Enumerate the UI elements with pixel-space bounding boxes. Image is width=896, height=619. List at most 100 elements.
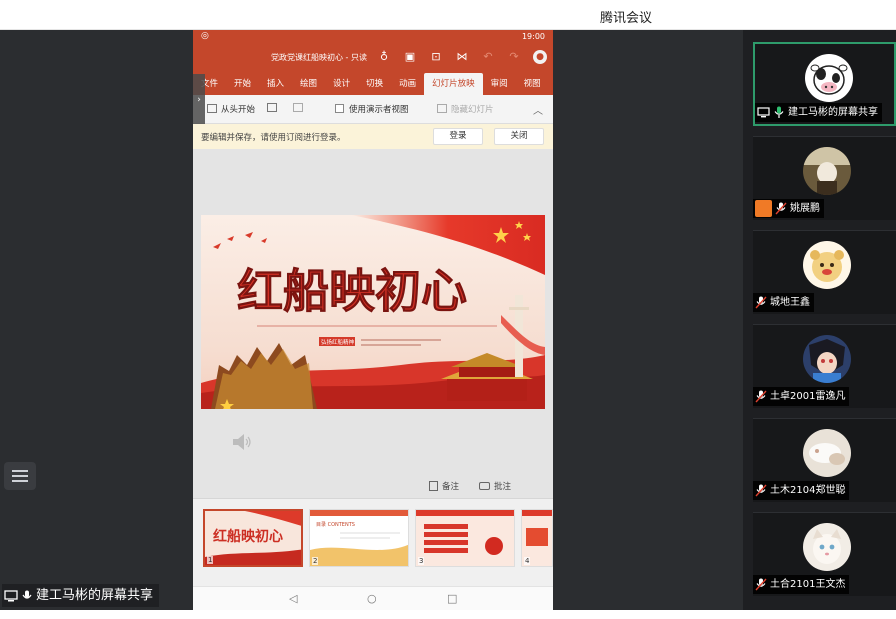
svg-text:目录 CONTENTS: 目录 CONTENTS — [316, 521, 355, 528]
avatar — [803, 523, 851, 571]
thumbnail-slide-4[interactable]: 4 — [521, 509, 553, 567]
lightbulb-icon[interactable]: ♁ — [377, 50, 391, 64]
participant-label: 土卓2001雷逸凡 — [753, 387, 850, 406]
save-icon[interactable]: ▣ — [403, 50, 417, 64]
document-title: 党政党课红船映初心 - 只读 — [271, 53, 367, 62]
header-toolbar: ♁ ▣ ⊡ ⋈ ↶ ↷ ● — [377, 50, 547, 64]
thumbnail-slide-2[interactable]: 目录 CONTENTS 2 — [309, 509, 409, 567]
notice-message: 要编辑并保存，请使用订阅进行登录。 — [201, 133, 346, 143]
share-icon[interactable]: ⋈ — [455, 50, 469, 64]
redo-icon[interactable]: ↷ — [507, 50, 521, 64]
list-menu-button[interactable] — [4, 462, 36, 490]
present-icon[interactable]: ⊡ — [429, 50, 443, 64]
present-monitor-icon[interactable] — [267, 103, 281, 114]
hotspot-icon: ◎ — [201, 31, 209, 41]
tencent-meeting-window: 腾讯会议 ◎ 19:00 党政党课红船映初心 - 只读 ♁ ▣ ⊡ ⋈ ↶ ↷ … — [0, 0, 896, 619]
participant-name: 土合2101王文杰 — [770, 579, 846, 590]
thumbnail-slide-1[interactable]: 红船映初心 1 — [203, 509, 303, 567]
login-button[interactable]: 登录 — [433, 128, 483, 145]
from-start-button[interactable]: 从头开始 — [207, 103, 255, 115]
avatar — [803, 429, 851, 477]
tab-home[interactable]: 开始 — [226, 73, 259, 95]
participant-name: 建工马彬的屏幕共享 — [788, 107, 878, 118]
home-nav-icon[interactable]: ○ — [367, 592, 377, 605]
audio-speaker-icon[interactable] — [231, 433, 253, 451]
tab-slideshow[interactable]: 幻灯片放映 — [424, 73, 483, 95]
android-nav-bar: ◁ ○ □ — [193, 586, 553, 610]
avatar — [803, 335, 851, 383]
back-nav-icon[interactable]: ◁ — [289, 592, 297, 605]
svg-text:红船映初心: 红船映初心 — [237, 264, 467, 318]
slide-artwork: 红船映初心 弘扬红船精神 — [201, 215, 545, 409]
avatar — [805, 54, 853, 102]
participant-tile[interactable]: 城地王鑫 — [753, 230, 896, 314]
window-title: 腾讯会议 — [600, 11, 653, 26]
ppt-header: ◎ 19:00 党政党课红船映初心 - 只读 ♁ ▣ ⊡ ⋈ ↶ ↷ ● 文件 … — [193, 30, 553, 126]
collapse-ribbon-icon[interactable]: ︿ — [533, 102, 543, 117]
thumbnail-slide-3[interactable]: 3 — [415, 509, 515, 567]
tab-design[interactable]: 设计 — [325, 73, 358, 95]
slideshow-ribbon: 从头开始 使用演示者视图 隐藏幻灯片 ︿ — [193, 95, 553, 124]
thumbnail-number: 1 — [207, 556, 214, 564]
status-time: 19:00 — [521, 32, 545, 41]
participant-tile[interactable]: 土木2104郑世聪 — [753, 418, 896, 502]
thumbnail-number: 4 — [524, 557, 531, 565]
participant-name: 城地王鑫 — [770, 297, 810, 308]
presenter-view-checkbox[interactable]: 使用演示者视图 — [335, 103, 409, 115]
participant-name: 土卓2001雷逸凡 — [770, 391, 846, 402]
muted-microphone-icon — [775, 202, 787, 215]
avatar — [803, 147, 851, 195]
participant-panel: 建工马彬的屏幕共享 姚展鹏 城地王鑫 土卓2001雷逸凡 土木2104郑世聪 土… — [743, 30, 896, 610]
svg-text:红船映初心: 红船映初心 — [213, 528, 283, 545]
account-icon[interactable]: ● — [533, 50, 547, 64]
current-slide[interactable]: 红船映初心 弘扬红船精神 — [201, 215, 545, 409]
screen-share-icon — [4, 589, 18, 601]
shared-phone-screen: ◎ 19:00 党政党课红船映初心 - 只读 ♁ ▣ ⊡ ⋈ ↶ ↷ ● 文件 … — [193, 30, 553, 610]
title-bar: 腾讯会议 — [0, 0, 896, 30]
tab-draw[interactable]: 绘图 — [292, 73, 325, 95]
expand-panel-handle[interactable]: › — [193, 74, 205, 126]
thumbnail-number: 3 — [418, 557, 425, 565]
participant-tile[interactable]: 土卓2001雷逸凡 — [753, 324, 896, 408]
notes-icon — [429, 481, 438, 491]
monitor-icon[interactable] — [293, 103, 307, 114]
participant-tile[interactable]: 土合2101王文杰 — [753, 512, 896, 596]
muted-microphone-icon — [755, 578, 767, 591]
svg-text:弘扬红船精神: 弘扬红船精神 — [321, 338, 355, 346]
hide-slide-button[interactable]: 隐藏幻灯片 — [437, 103, 494, 115]
participant-label: 城地王鑫 — [753, 293, 814, 312]
participant-label: 建工马彬的屏幕共享 — [755, 103, 882, 122]
tab-review[interactable]: 审阅 — [483, 73, 516, 95]
ribbon-tabs: 文件 开始 插入 绘图 设计 切换 动画 幻灯片放映 审阅 视图 — [193, 73, 553, 95]
muted-microphone-icon — [755, 484, 767, 497]
participant-name: 姚展鹏 — [790, 203, 820, 214]
muted-microphone-icon — [755, 390, 767, 403]
participant-tile[interactable]: 建工马彬的屏幕共享 — [753, 42, 896, 126]
microphone-icon — [774, 106, 784, 118]
recents-nav-icon[interactable]: □ — [447, 592, 457, 605]
undo-icon[interactable]: ↶ — [481, 50, 495, 64]
microphone-icon — [22, 590, 32, 599]
hide-slide-icon — [437, 104, 447, 113]
close-notice-button[interactable]: 关闭 — [494, 128, 544, 145]
tab-view[interactable]: 视图 — [516, 73, 549, 95]
tab-transitions[interactable]: 切换 — [358, 73, 391, 95]
screen-share-label: 建工马彬的屏幕共享 — [2, 584, 160, 607]
participant-name: 土木2104郑世聪 — [770, 485, 846, 496]
participant-label: 土木2104郑世聪 — [753, 481, 850, 500]
play-icon — [207, 104, 217, 113]
slide-thumbnail-strip: 红船映初心 1 目录 CONTENTS 2 3 4 — [193, 498, 553, 586]
tab-insert[interactable]: 插入 — [259, 73, 292, 95]
participant-label: 土合2101王文杰 — [753, 575, 850, 594]
participant-label: 姚展鹏 — [753, 199, 824, 218]
share-label-text: 建工马彬的屏幕共享 — [36, 588, 154, 603]
avatar — [803, 241, 851, 289]
notes-button[interactable]: 备注 — [429, 480, 459, 492]
thumbnail-number: 2 — [312, 557, 319, 565]
slide-canvas: 红船映初心 弘扬红船精神 — [193, 149, 553, 498]
participant-tile[interactable]: 姚展鹏 — [753, 136, 896, 220]
comments-button[interactable]: 批注 — [479, 480, 511, 492]
status-bar: ◎ 19:00 — [193, 30, 553, 44]
tab-animations[interactable]: 动画 — [391, 73, 424, 95]
slide-headline: 红船映初心 — [237, 264, 468, 319]
